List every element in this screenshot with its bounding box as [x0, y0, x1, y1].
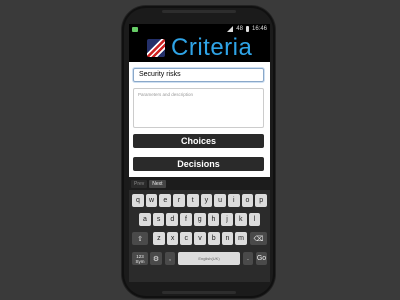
next-button[interactable]: Next [149, 179, 166, 188]
soft-keyboard: q w e r t y u i o p a s d f g h j k l ⇧ z x c v b n m ⌫ 123 Sym ⚙, Engl… [129, 190, 270, 282]
key-z[interactable]: z [153, 232, 165, 245]
name-input[interactable]: Security risks [133, 68, 264, 82]
key-x[interactable]: x [166, 232, 179, 245]
key-h[interactable]: h [207, 213, 220, 226]
settings-key[interactable]: ⚙ [150, 252, 162, 265]
key-e[interactable]: e [159, 194, 172, 207]
phone-screen: 48 16:46 Criteria Security risks Paramet… [129, 24, 270, 282]
shift-key[interactable]: ⇧ [132, 232, 148, 245]
key-f[interactable]: f [180, 213, 192, 226]
backspace-key[interactable]: ⌫ [250, 232, 267, 245]
go-key[interactable]: Go [256, 252, 267, 265]
decisions-button[interactable]: Decisions [133, 157, 264, 171]
app-logo-icon [147, 39, 165, 57]
battery-percent: 48 [236, 26, 243, 32]
period-key[interactable]: . [243, 252, 253, 265]
battery-icon [245, 26, 249, 32]
form: Security risks Parameters and descriptio… [129, 62, 270, 177]
key-d[interactable]: d [166, 213, 179, 226]
key-o[interactable]: o [241, 194, 254, 207]
key-r[interactable]: r [173, 194, 185, 207]
key-m[interactable]: m [235, 232, 247, 245]
app-bar: Criteria [129, 34, 270, 62]
key-t[interactable]: t [186, 194, 199, 207]
key-v[interactable]: v [194, 232, 206, 245]
key-j[interactable]: j [221, 213, 233, 226]
choices-button[interactable]: Choices [133, 134, 264, 148]
key-c[interactable]: c [180, 232, 193, 245]
key-w[interactable]: w [145, 194, 158, 207]
prev-button[interactable]: Prev [131, 179, 148, 188]
clock: 16:46 [251, 26, 267, 32]
key-l[interactable]: l [248, 213, 261, 226]
notification-icon [132, 26, 138, 32]
status-bar: 48 16:46 [129, 24, 270, 34]
key-b[interactable]: b [207, 232, 220, 245]
key-u[interactable]: u [214, 194, 226, 207]
key-i[interactable]: i [227, 194, 240, 207]
key-k[interactable]: k [234, 213, 247, 226]
sym-key[interactable]: 123 Sym [132, 252, 148, 265]
keyboard-nav-bar: Prev Next [129, 177, 270, 190]
key-q[interactable]: q [132, 194, 144, 207]
app-title: Criteria [171, 34, 253, 61]
key-p[interactable]: p [255, 194, 268, 207]
space-key[interactable]: English(UK) [178, 252, 240, 265]
key-g[interactable]: g [193, 213, 206, 226]
key-n[interactable]: n [221, 232, 234, 245]
description-textarea[interactable]: Parameters and description [133, 88, 264, 128]
key-s[interactable]: s [152, 213, 165, 226]
signal-icon [227, 26, 234, 32]
key-y[interactable]: y [200, 194, 213, 207]
comma-key[interactable]: , [165, 252, 175, 265]
key-a[interactable]: a [139, 213, 151, 226]
